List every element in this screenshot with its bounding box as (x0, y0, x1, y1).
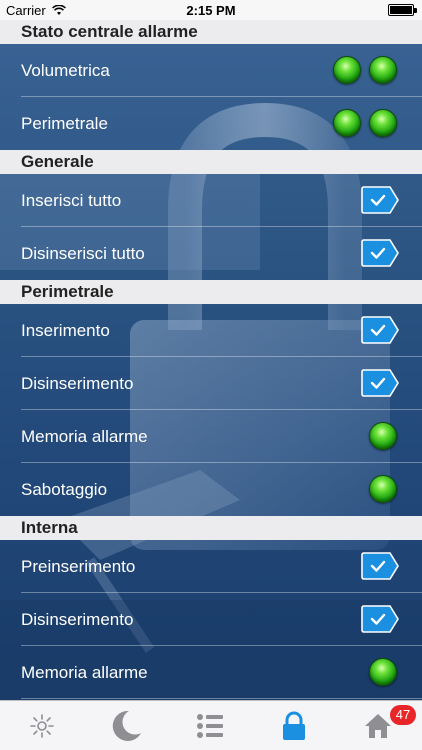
row-memoria-allarme: Memoria allarme (0, 410, 422, 463)
row-inserisci-tutto[interactable]: Inserisci tutto (0, 174, 422, 227)
lock-icon (283, 711, 305, 740)
check-button-icon[interactable] (361, 369, 399, 397)
row-label: Preinserimento (21, 557, 136, 576)
row-inserimento[interactable]: Inserimento (0, 304, 422, 357)
row-label: Sabotaggio (21, 480, 108, 499)
row-label: Volumetrica (21, 61, 110, 80)
moon-icon (112, 710, 141, 741)
row-label: Disinserimento (21, 374, 134, 393)
sun-icon (30, 714, 54, 738)
row-label: Disinserimento (21, 610, 134, 629)
row-disinserimento[interactable]: Disinserimento (0, 357, 422, 410)
green-led-icon (333, 56, 361, 84)
row-preinserimento[interactable]: Preinserimento (0, 540, 422, 593)
tab-moon[interactable] (84, 701, 168, 750)
section-header-generale: Generale (0, 150, 422, 174)
row-memoria-allarme-interna: Memoria allarme (0, 646, 422, 699)
check-button-icon[interactable] (361, 186, 399, 214)
row-volumetrica: Volumetrica (0, 44, 422, 97)
green-led-icon (369, 422, 397, 450)
row-label: Memoria allarme (21, 427, 148, 446)
check-button-icon[interactable] (361, 239, 399, 267)
section-header-perimetrale: Perimetrale (0, 280, 422, 304)
tab-lock[interactable] (252, 701, 336, 750)
row-disinserisci-tutto[interactable]: Disinserisci tutto (0, 227, 422, 280)
row-perimetrale: Perimetrale (0, 97, 422, 150)
green-led-icon (369, 109, 397, 137)
green-led-icon (369, 658, 397, 686)
check-button-icon[interactable] (361, 605, 399, 633)
check-button-icon[interactable] (361, 552, 399, 580)
status-bar: Carrier 2:15 PM (0, 0, 422, 20)
row-disinserimento-interna[interactable]: Disinserimento (0, 593, 422, 646)
row-label: Inserimento (21, 321, 110, 340)
home-icon (365, 714, 391, 738)
row-label: Disinserisci tutto (21, 244, 145, 263)
battery-icon (388, 4, 417, 16)
row-label: Memoria allarme (21, 663, 148, 682)
tab-sun[interactable] (0, 701, 84, 750)
check-button-icon[interactable] (361, 316, 399, 344)
green-led-icon (333, 109, 361, 137)
section-header-interna: Interna (0, 516, 422, 540)
green-led-icon (369, 475, 397, 503)
clock: 2:15 PM (186, 3, 236, 18)
section-header-stato-centrale: Stato centrale allarme (0, 20, 422, 44)
row-sabotaggio: Sabotaggio (0, 463, 422, 516)
green-led-icon (369, 56, 397, 84)
home-badge: 47 (390, 705, 416, 725)
row-label: Inserisci tutto (21, 191, 122, 210)
tab-list[interactable] (168, 701, 252, 750)
list-icon (197, 714, 223, 738)
row-label: Perimetrale (21, 114, 108, 133)
alarm-status-list: Stato centrale allarme Volumetrica Perim… (0, 20, 422, 700)
tab-bar: 47 (0, 700, 422, 750)
